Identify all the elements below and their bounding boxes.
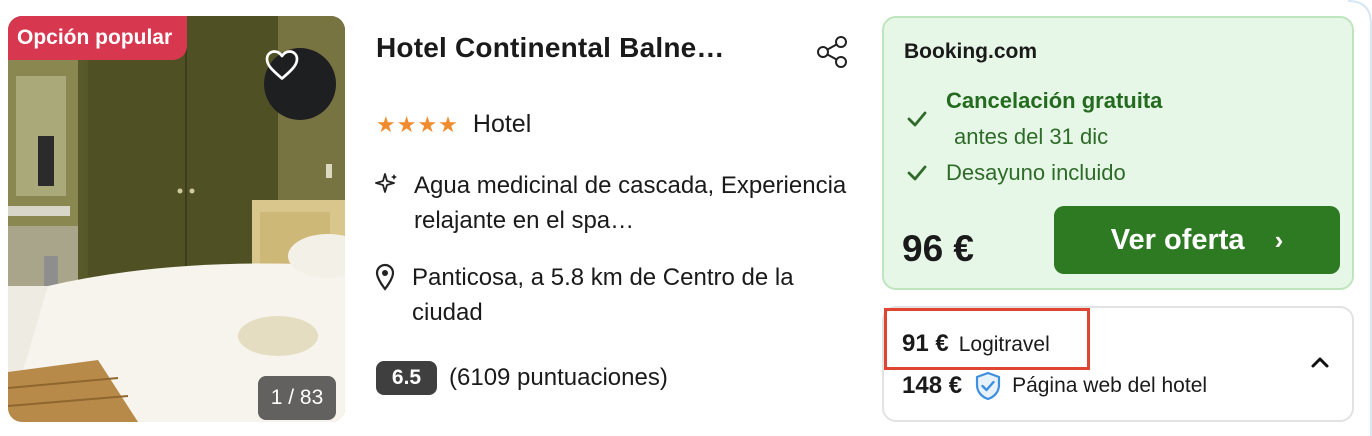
- free-cancellation: Cancelación gratuita: [946, 88, 1163, 113]
- offer-price: 96 €: [902, 228, 975, 269]
- amenities-row: Agua medicinal de cascada, Experiencia r…: [374, 168, 854, 238]
- amenities-text: Agua medicinal de cascada, Experiencia r…: [414, 172, 847, 234]
- other-offer-2[interactable]: 148 € Página web del hotel: [902, 370, 1207, 402]
- hotel-name[interactable]: Hotel Continental Balne…: [376, 32, 725, 64]
- property-type: Hotel: [472, 110, 532, 138]
- location-row: Panticosa, a 5.8 km de Centro de la ciud…: [374, 260, 862, 330]
- shield-check-icon: [975, 371, 1001, 401]
- offer-provider: Booking.com: [904, 40, 1038, 63]
- chevron-right-icon: ›: [1274, 224, 1284, 255]
- rating-row[interactable]: 6.5 (6109 puntuaciones): [376, 361, 668, 395]
- review-count: (6109 puntuaciones): [449, 364, 668, 391]
- check-icon: [907, 165, 927, 181]
- view-deal-label: Ver oferta: [1110, 223, 1245, 256]
- other-offer-price: 148 €: [902, 372, 963, 399]
- share-icon: [817, 36, 847, 68]
- view-deal-button[interactable]: Ver oferta ›: [1054, 206, 1340, 274]
- check-icon: [907, 111, 927, 127]
- photo-counter: 1 / 83: [258, 376, 336, 420]
- share-button[interactable]: [814, 34, 850, 70]
- cancellation-deadline: antes del 31 dic: [954, 124, 1109, 149]
- map-pin-icon: [375, 263, 395, 291]
- rating-score: 6.5: [376, 361, 437, 395]
- popular-badge: Opción popular: [8, 16, 188, 60]
- favorite-button[interactable]: [264, 48, 336, 120]
- hotel-photo[interactable]: Opción popular 1 / 83: [8, 16, 345, 422]
- chevron-up-icon[interactable]: [1308, 352, 1332, 372]
- highlight-box: [884, 308, 1090, 370]
- heart-icon: [265, 50, 299, 80]
- hotel-class: ★★★★ Hotel: [376, 110, 531, 139]
- other-offer-provider: Página web del hotel: [1012, 374, 1208, 397]
- other-offers[interactable]: 91 € Logitravel 148 € Página web del hot…: [882, 306, 1354, 422]
- sparkle-icon: [375, 173, 397, 193]
- star-rating: ★★★★: [376, 111, 459, 137]
- location-text: Panticosa, a 5.8 km de Centro de la ciud…: [412, 264, 794, 326]
- featured-offer[interactable]: Booking.com Cancelación gratuita antes d…: [882, 16, 1354, 290]
- breakfast-included: Desayuno incluido: [946, 160, 1126, 185]
